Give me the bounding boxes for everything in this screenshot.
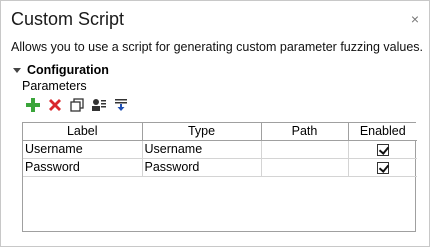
parameters-grid: Label Type Path Enabled Username Usernam… [22,122,417,232]
caret-down-icon [13,67,21,73]
cell-path[interactable] [261,158,349,177]
cell-label[interactable]: Username [23,140,143,159]
configuration-label: Configuration [27,63,109,77]
duplicate-icon[interactable] [68,96,86,114]
cell-enabled [348,158,417,177]
add-icon[interactable] [24,96,42,114]
dialog-title: Custom Script [11,9,125,29]
delete-icon[interactable] [46,96,64,114]
cell-label[interactable]: Password [23,158,143,177]
enabled-checkbox[interactable] [376,161,389,174]
cell-type[interactable]: Password [142,158,262,177]
table-row[interactable]: Username Username [23,140,417,159]
parameters-toolbar [24,96,130,114]
enabled-checkbox[interactable] [376,143,389,156]
column-header-label[interactable]: Label [23,123,143,141]
parameters-table: Label Type Path Enabled Username Usernam… [23,123,417,177]
dialog-description: Allows you to use a script for generatin… [11,40,424,54]
table-header-row: Label Type Path Enabled [23,123,417,141]
table-row[interactable]: Password Password [23,158,417,177]
close-icon[interactable]: × [411,12,419,26]
column-header-path[interactable]: Path [261,123,349,141]
move-down-icon[interactable] [112,96,130,114]
parameters-label: Parameters [22,79,87,93]
cell-enabled [348,140,417,159]
column-header-type[interactable]: Type [142,123,262,141]
column-header-enabled[interactable]: Enabled [348,123,417,141]
configuration-section-toggle[interactable]: Configuration [13,63,109,77]
cell-type[interactable]: Username [142,140,262,159]
custom-script-dialog: Custom Script × Allows you to use a scri… [0,0,430,247]
cell-path[interactable] [261,140,349,159]
import-icon[interactable] [90,96,108,114]
